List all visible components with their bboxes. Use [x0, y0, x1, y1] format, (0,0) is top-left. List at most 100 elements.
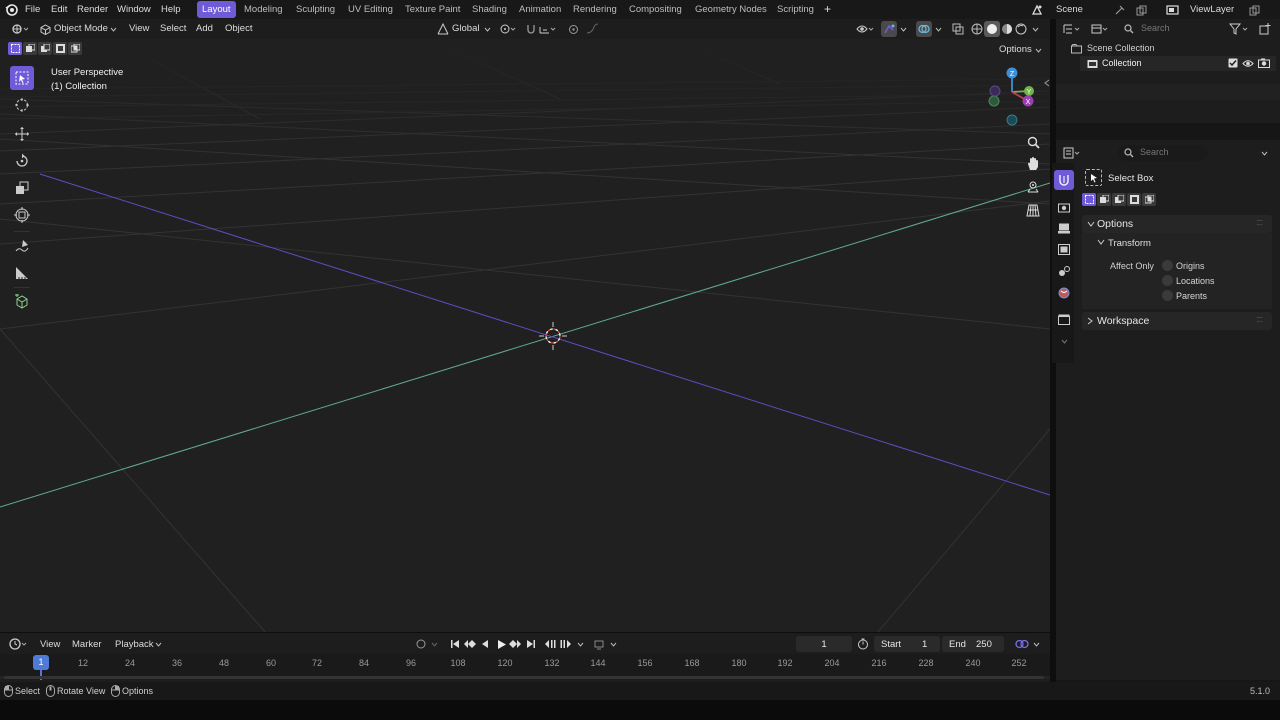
- sync-icon[interactable]: [592, 637, 606, 651]
- scene-tab-icon[interactable]: [1056, 263, 1072, 279]
- falloff-icon[interactable]: [584, 22, 604, 36]
- scale-tool-icon[interactable]: [10, 176, 34, 200]
- tab-animation[interactable]: Animation: [514, 1, 566, 18]
- blender-logo-icon[interactable]: [4, 2, 18, 16]
- timeline-ruler[interactable]: [0, 654, 1050, 676]
- output-tab-icon[interactable]: [1056, 220, 1072, 236]
- rendered-shading-icon[interactable]: [1014, 22, 1028, 36]
- material-preview-icon[interactable]: [1000, 22, 1014, 36]
- menu-help[interactable]: Help: [159, 3, 183, 17]
- timeline-menu-marker[interactable]: Marker: [72, 639, 102, 650]
- chevron-down-icon[interactable]: [898, 25, 908, 33]
- pin-icon[interactable]: [1112, 3, 1126, 17]
- tab-layout[interactable]: Layout: [197, 1, 236, 18]
- pivot-point-icon[interactable]: [498, 22, 518, 36]
- 3d-viewport[interactable]: [0, 39, 1050, 632]
- play-reverse-icon[interactable]: [479, 638, 491, 650]
- start-frame-field[interactable]: Start 1: [874, 636, 940, 652]
- playhead-marker[interactable]: 1: [33, 655, 49, 670]
- select-subtract-icon[interactable]: [38, 42, 52, 55]
- affect-parents-checkbox[interactable]: Parents: [1162, 290, 1207, 301]
- properties-search-field[interactable]: Search: [1118, 145, 1208, 161]
- select-set-icon[interactable]: [8, 42, 22, 55]
- tab-scripting[interactable]: Scripting: [772, 1, 819, 18]
- solid-shading-icon[interactable]: [984, 21, 1000, 37]
- select-invert-icon[interactable]: [1127, 193, 1141, 206]
- drag-handle-icon[interactable]: ::::: [1256, 217, 1263, 227]
- jump-start-icon[interactable]: [449, 638, 461, 650]
- hand-pan-icon[interactable]: [1025, 156, 1041, 172]
- outliner-editor-type-icon[interactable]: [1062, 22, 1082, 36]
- tool-tab-icon[interactable]: [1054, 170, 1074, 190]
- tab-geometry-nodes[interactable]: Geometry Nodes: [690, 1, 772, 18]
- locations-radio[interactable]: [1162, 275, 1173, 286]
- copy-icon[interactable]: [1247, 3, 1261, 17]
- tab-sculpting[interactable]: Sculpting: [291, 1, 340, 18]
- chevron-down-icon[interactable]: [1060, 337, 1068, 345]
- eye-icon[interactable]: [1241, 57, 1255, 69]
- scene-name[interactable]: Scene: [1054, 3, 1085, 17]
- menu-object[interactable]: Object: [225, 23, 252, 34]
- new-collection-icon[interactable]: [1258, 22, 1272, 36]
- play-icon[interactable]: [494, 637, 508, 651]
- camera-view-icon[interactable]: [1025, 179, 1041, 195]
- chevron-down-icon[interactable]: [1259, 148, 1269, 158]
- annotate-tool-icon[interactable]: [10, 234, 34, 258]
- select-extend-icon[interactable]: [23, 42, 37, 55]
- timeline-menu-view[interactable]: View: [40, 639, 60, 650]
- timeline-editor-type-icon[interactable]: [8, 637, 30, 651]
- next-keyframe-icon[interactable]: [508, 638, 522, 650]
- chevron-down-icon[interactable]: [1097, 239, 1105, 245]
- tab-modeling[interactable]: Modeling: [239, 1, 288, 18]
- snap-icon[interactable]: [524, 22, 538, 36]
- world-tab-icon[interactable]: [1056, 285, 1072, 301]
- object-mode-icon[interactable]: [38, 22, 52, 36]
- cursor-tool-icon[interactable]: [10, 93, 34, 117]
- scene-collection-label[interactable]: Scene Collection: [1087, 43, 1155, 53]
- menu-render[interactable]: Render: [75, 3, 110, 17]
- end-frame-field[interactable]: End 250: [942, 636, 1004, 652]
- scene-icon[interactable]: [1030, 3, 1044, 17]
- measure-tool-icon[interactable]: [10, 261, 34, 285]
- collection-tab-icon[interactable]: [1056, 311, 1072, 327]
- properties-editor-type-icon[interactable]: [1062, 146, 1082, 160]
- move-tool-icon[interactable]: [10, 122, 34, 146]
- current-frame-field[interactable]: 1: [796, 636, 852, 652]
- exclude-checkbox-icon[interactable]: [1227, 57, 1239, 69]
- view-layer-tab-icon[interactable]: [1056, 241, 1072, 257]
- proportional-editing-icon[interactable]: [566, 22, 580, 36]
- transform-subpanel-title[interactable]: Transform: [1108, 238, 1151, 249]
- auto-keying-icon[interactable]: [415, 638, 427, 650]
- viewport-options-dropdown[interactable]: Options: [999, 44, 1032, 55]
- add-workspace-button[interactable]: +: [822, 2, 833, 16]
- timeline-view-icon[interactable]: [1014, 637, 1030, 651]
- perspective-toggle-icon[interactable]: [1025, 202, 1041, 218]
- timeline-scrollbar-thumb[interactable]: [4, 676, 1044, 679]
- tab-texture-paint[interactable]: Texture Paint: [400, 1, 465, 18]
- menu-select[interactable]: Select: [160, 23, 186, 34]
- wireframe-shading-icon[interactable]: [970, 22, 984, 36]
- navigation-gizmo[interactable]: Z Y X: [985, 65, 1040, 127]
- tab-compositing[interactable]: Compositing: [624, 1, 687, 18]
- origins-radio[interactable]: [1162, 260, 1173, 271]
- select-box-tool-icon[interactable]: [10, 66, 34, 90]
- menu-file[interactable]: File: [23, 3, 42, 17]
- view-layer-icon[interactable]: [1164, 3, 1180, 17]
- tab-uv-editing[interactable]: UV Editing: [343, 1, 398, 18]
- transform-tool-icon[interactable]: [10, 203, 34, 227]
- menu-window[interactable]: Window: [115, 3, 153, 17]
- select-invert-icon[interactable]: [53, 42, 67, 55]
- camera-render-icon[interactable]: [1257, 57, 1271, 69]
- snap-target-icon[interactable]: [538, 22, 558, 36]
- xray-toggle-icon[interactable]: [951, 22, 965, 36]
- transform-orientation-selector[interactable]: Global: [452, 23, 479, 34]
- chevron-down-icon[interactable]: [933, 25, 943, 33]
- rotate-tool-icon[interactable]: [10, 149, 34, 173]
- zoom-icon[interactable]: [1025, 134, 1041, 150]
- display-mode-icon[interactable]: [1090, 22, 1110, 36]
- stopwatch-icon[interactable]: [856, 637, 870, 651]
- tab-shading[interactable]: Shading: [467, 1, 512, 18]
- select-intersect-icon[interactable]: [1142, 193, 1156, 206]
- jump-next-frame-icon[interactable]: [559, 638, 573, 650]
- timeline-scrollbar[interactable]: [0, 676, 1050, 679]
